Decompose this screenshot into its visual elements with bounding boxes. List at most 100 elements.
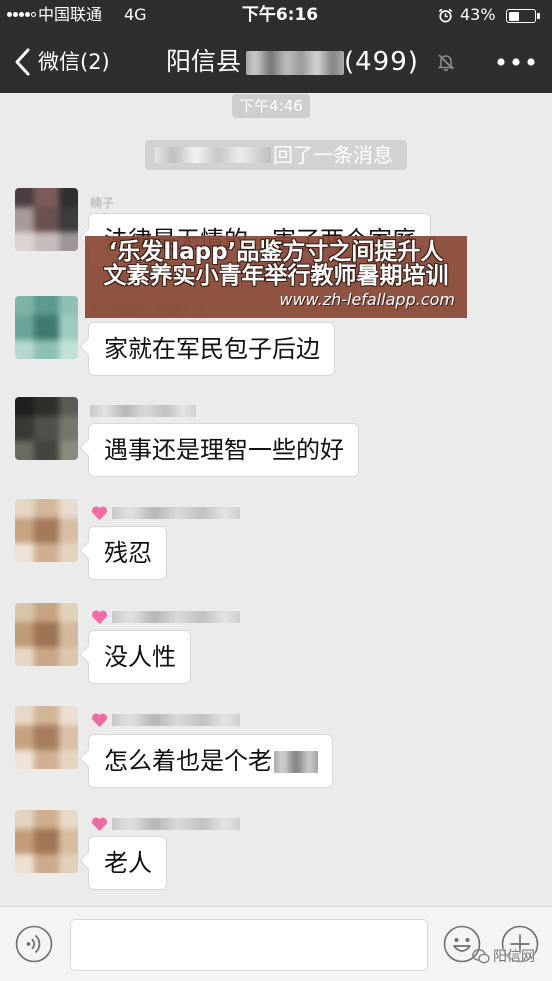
message-item: 遇事还是理智一些的好 bbox=[0, 397, 552, 487]
avatar-mosaic-cell bbox=[15, 499, 34, 518]
top-bar: 中国联通 4G 下午6:16 43% 微信(2) 阳信县 (499) bbox=[0, 0, 552, 93]
avatar-mosaic-cell bbox=[34, 750, 59, 769]
avatar-mosaic-cell bbox=[59, 416, 78, 441]
avatar-mosaic-cell bbox=[34, 441, 59, 460]
avatar-mosaic-cell bbox=[59, 810, 78, 829]
wechat-logo-icon bbox=[472, 949, 490, 964]
battery-fill bbox=[508, 11, 520, 21]
message-item: 老人 bbox=[0, 810, 552, 900]
avatar-mosaic-cell bbox=[59, 622, 78, 647]
avatar-mosaic-cell bbox=[34, 499, 59, 518]
avatar[interactable] bbox=[15, 296, 78, 359]
input-bar bbox=[0, 906, 552, 981]
battery-percent: 43% bbox=[460, 5, 496, 24]
avatar-mosaic-cell bbox=[59, 188, 78, 207]
avatar-mosaic-cell bbox=[15, 518, 34, 543]
avatar-mosaic-cell bbox=[15, 340, 34, 359]
avatar-mosaic-cell bbox=[34, 647, 59, 666]
avatar-mosaic-cell bbox=[15, 750, 34, 769]
message-text: 残忍 bbox=[104, 539, 152, 567]
avatar-mosaic-cell bbox=[59, 315, 78, 340]
message-text: 没人性 bbox=[104, 643, 176, 671]
network-label: 4G bbox=[124, 5, 147, 24]
system-message-redacted bbox=[155, 147, 271, 163]
pink-heart-icon bbox=[91, 712, 108, 728]
avatar-mosaic-cell bbox=[59, 706, 78, 725]
avatar-mosaic-cell bbox=[34, 854, 59, 873]
chat-title: 阳信县 bbox=[166, 47, 242, 76]
pink-heart-icon bbox=[91, 609, 108, 625]
avatar-mosaic-cell bbox=[15, 854, 34, 873]
sender-name-redacted bbox=[112, 611, 240, 623]
avatar-mosaic-cell bbox=[34, 232, 59, 251]
more-dots-icon[interactable] bbox=[494, 52, 538, 72]
message-bubble[interactable]: 家就在军民包子后边 bbox=[88, 322, 335, 376]
watermark-text: 阳信网 bbox=[493, 949, 535, 965]
avatar-mosaic-cell bbox=[15, 829, 34, 854]
avatar-mosaic-cell bbox=[34, 340, 59, 359]
watermark: 阳信网 bbox=[472, 946, 544, 968]
message-bubble[interactable]: 怎么着也是个老 bbox=[88, 734, 333, 788]
avatar-mosaic-cell bbox=[34, 706, 59, 725]
avatar-mosaic-cell bbox=[15, 397, 34, 416]
message-bubble[interactable]: 老人 bbox=[88, 836, 167, 890]
avatar-mosaic-cell bbox=[59, 543, 78, 562]
message-bubble[interactable]: 没人性 bbox=[88, 630, 191, 684]
sender-name-redacted bbox=[90, 405, 196, 417]
avatar-mosaic-cell bbox=[59, 518, 78, 543]
avatar-mosaic-cell bbox=[59, 750, 78, 769]
avatar-mosaic-cell bbox=[34, 296, 59, 315]
avatar[interactable] bbox=[15, 603, 78, 666]
avatar-mosaic-cell bbox=[15, 315, 34, 340]
voice-icon[interactable] bbox=[15, 925, 53, 963]
avatar-mosaic-cell bbox=[59, 340, 78, 359]
overlay-headline-line1: ‘乐发llapp’品鉴方寸之间提升人 bbox=[108, 239, 444, 265]
avatar[interactable] bbox=[15, 188, 78, 251]
message-item: 残忍 bbox=[0, 499, 552, 589]
avatar[interactable] bbox=[15, 810, 78, 873]
system-message: 回了一条消息 bbox=[145, 140, 407, 170]
avatar-mosaic-cell bbox=[34, 725, 59, 750]
avatar-mosaic-cell bbox=[15, 207, 34, 232]
avatar[interactable] bbox=[15, 706, 78, 769]
phone-screen: 中国联通 4G 下午6:16 43% 微信(2) 阳信县 (499) 下午4:4… bbox=[0, 0, 552, 981]
message-timestamp: 下午4:46 bbox=[232, 94, 310, 118]
pink-heart-icon bbox=[91, 505, 108, 521]
avatar-mosaic-cell bbox=[34, 603, 59, 622]
avatar[interactable] bbox=[15, 397, 78, 460]
avatar-mosaic-cell bbox=[59, 725, 78, 750]
overlay-headline-line2: 文素养实小青年举行教师暑期培训 bbox=[103, 263, 449, 289]
message-text: 老人 bbox=[104, 849, 152, 877]
avatar-mosaic-cell bbox=[34, 810, 59, 829]
sender-name-redacted bbox=[112, 818, 240, 830]
message-text: 怎么着也是个老 bbox=[104, 747, 272, 775]
avatar-mosaic-cell bbox=[59, 603, 78, 622]
avatar-mosaic-cell bbox=[15, 603, 34, 622]
back-button[interactable]: 微信(2) bbox=[10, 44, 122, 80]
carrier-label: 中国联通 bbox=[38, 5, 103, 24]
avatar[interactable] bbox=[15, 499, 78, 562]
avatar-mosaic-cell bbox=[15, 188, 34, 207]
message-input[interactable] bbox=[70, 919, 428, 971]
sender-name-redacted bbox=[112, 507, 240, 519]
avatar-mosaic-cell bbox=[15, 706, 34, 725]
message-bubble[interactable]: 遇事还是理智一些的好 bbox=[88, 423, 359, 477]
sender-name-redacted bbox=[112, 714, 240, 726]
message-text: 家就在军民包子后边 bbox=[104, 335, 320, 363]
message-bubble[interactable]: 残忍 bbox=[88, 526, 167, 580]
signal-dots-icon bbox=[7, 12, 39, 18]
avatar-mosaic-cell bbox=[15, 296, 34, 315]
member-count: (499) bbox=[344, 47, 419, 77]
back-label: 微信(2) bbox=[38, 50, 110, 74]
avatar-mosaic-cell bbox=[59, 829, 78, 854]
avatar-mosaic-cell bbox=[34, 188, 59, 207]
battery-cap bbox=[537, 13, 540, 19]
avatar-mosaic-cell bbox=[59, 854, 78, 873]
message-item: 没人性 bbox=[0, 603, 552, 693]
avatar-mosaic-cell bbox=[34, 397, 59, 416]
chevron-left-icon bbox=[15, 48, 30, 76]
system-message-text: 回了一条消息 bbox=[273, 143, 393, 167]
avatar-mosaic-cell bbox=[59, 441, 78, 460]
avatar-mosaic-cell bbox=[59, 499, 78, 518]
avatar-mosaic-cell bbox=[15, 232, 34, 251]
